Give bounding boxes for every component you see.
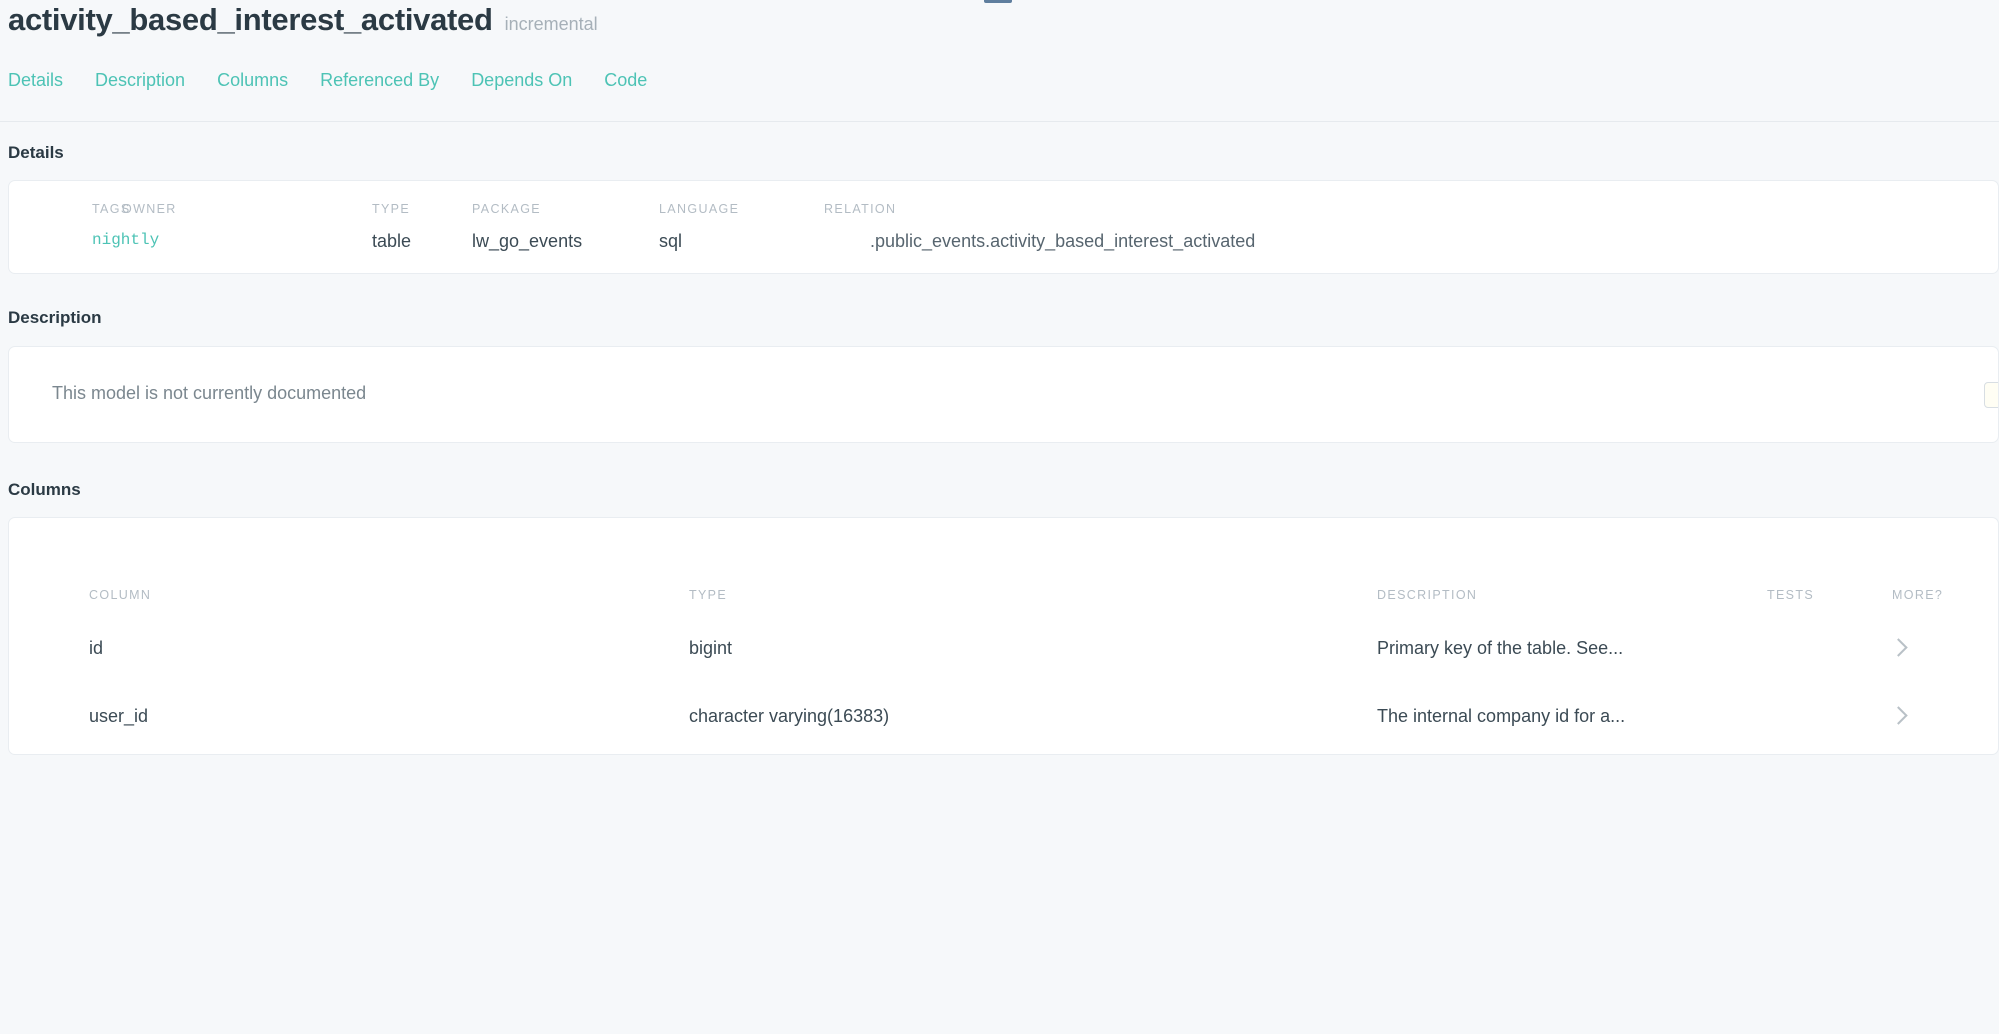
relation-label: RELATION [824,203,1998,216]
cell-column-type: timestamp without time zone [689,750,1377,755]
columns-table-head: COLUMN TYPE DESCRIPTION TESTS MORE? [9,518,1999,614]
model-documentation-page: activity_based_interest_activated increm… [0,0,1999,1034]
cell-column-more [1892,750,1999,755]
detail-field-relation: RELATION .public_events.activity_based_i… [824,203,1998,250]
detail-field-owner: OWNER [122,203,372,232]
detail-field-language: LANGUAGE sql [659,203,824,250]
cell-column-description: The internal company id for a... [1377,682,1767,750]
table-row[interactable]: id bigint Primary key of the table. See.… [9,614,1999,682]
columns-table-body: id bigint Primary key of the table. See.… [9,614,1999,755]
tab-depends-on[interactable]: Depends On [471,71,572,89]
tags-label: TAGS [92,203,122,216]
cell-column-tests [1767,614,1892,682]
detail-field-tags: TAGS nightly [9,203,122,248]
tab-code[interactable]: Code [604,71,647,89]
title-row: activity_based_interest_activated increm… [8,0,1999,50]
cell-column-type: character varying(16383) [689,682,1377,750]
columns-table: COLUMN TYPE DESCRIPTION TESTS MORE? id b… [9,518,1999,755]
materialization-label: incremental [505,14,598,35]
col-header-tests: TESTS [1767,518,1892,614]
tab-referenced-by[interactable]: Referenced By [320,71,439,89]
page-header: activity_based_interest_activated increm… [0,0,1999,122]
edit-description-button[interactable] [1984,382,1999,408]
chevron-right-icon[interactable] [1892,638,1908,656]
cell-column-name: start_date [9,750,689,755]
relation-value: .public_events.activity_based_interest_a… [824,232,1998,250]
details-card: TAGS nightly OWNER TYPE table PACKAGE lw… [8,180,1999,274]
owner-label: OWNER [122,203,372,216]
table-row[interactable]: start_date timestamp without time zone [9,750,1999,755]
cell-column-type: bigint [689,614,1377,682]
language-value: sql [659,232,824,250]
description-text: This model is not currently documented [52,384,366,402]
clipped-top-element [984,0,1012,3]
col-header-type: TYPE [689,518,1377,614]
detail-field-type: TYPE table [372,203,472,250]
cell-column-more[interactable] [1892,614,1999,682]
tab-description[interactable]: Description [95,71,185,89]
columns-table-header-row: COLUMN TYPE DESCRIPTION TESTS MORE? [9,518,1999,614]
detail-field-package: PACKAGE lw_go_events [472,203,659,250]
description-card: This model is not currently documented [8,346,1999,443]
cell-column-more[interactable] [1892,682,1999,750]
col-header-description: DESCRIPTION [1377,518,1767,614]
page-title: activity_based_interest_activated [8,4,493,37]
type-value: table [372,232,472,250]
package-label: PACKAGE [472,203,659,216]
cell-column-description: Primary key of the table. See... [1377,614,1767,682]
package-value: lw_go_events [472,232,659,250]
columns-card: COLUMN TYPE DESCRIPTION TESTS MORE? id b… [8,517,1999,755]
section-nav: Details Description Columns Referenced B… [8,60,1999,100]
type-label: TYPE [372,203,472,216]
language-label: LANGUAGE [659,203,824,216]
cell-column-name: user_id [9,682,689,750]
cell-column-description [1377,750,1767,755]
cell-column-tests [1767,750,1892,755]
description-heading: Description [0,309,1999,326]
columns-heading: Columns [0,481,1999,498]
header-divider [0,121,1999,122]
col-header-column: COLUMN [9,518,689,614]
table-row[interactable]: user_id character varying(16383) The int… [9,682,1999,750]
cell-column-tests [1767,682,1892,750]
cell-column-name: id [9,614,689,682]
tags-value[interactable]: nightly [92,232,122,248]
details-heading: Details [0,144,1999,161]
chevron-right-icon[interactable] [1892,706,1908,724]
details-grid: TAGS nightly OWNER TYPE table PACKAGE lw… [9,181,1998,250]
tab-columns[interactable]: Columns [217,71,288,89]
tab-details[interactable]: Details [8,71,63,89]
col-header-more: MORE? [1892,518,1999,614]
